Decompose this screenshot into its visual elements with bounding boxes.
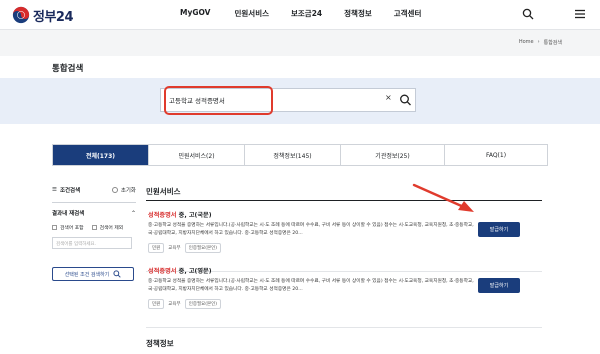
nav-mygov[interactable]: MyGOV [180,8,211,19]
clear-icon[interactable]: × [385,93,392,102]
section-title-civil: 민원서비스 [146,187,181,196]
chevron-right-icon: › [537,39,540,45]
breadcrumb-home[interactable]: Home [519,39,534,46]
exclude-label: 검색어 제외 [99,226,124,231]
nav-civil-service[interactable]: 민원서비스 [235,8,270,19]
result-card: 성적증명서 중, 고(영문) 중·고등학교 성적을 증명하는 서류입니다.(공·… [146,266,542,328]
result-title[interactable]: 성적증명서 중, 고(영문) [148,266,212,275]
logo-text: 정부24 [33,9,74,25]
nav-subsidy24[interactable]: 보조금24 [291,8,322,19]
apply-filter-label: 선택된 조건 검색하기 [64,271,110,278]
taegeuk-logo-icon [12,6,30,24]
include-option[interactable]: 검색어 포함 [52,224,84,231]
result-tags: 민원 교육부 인증필요(본인) [148,243,222,253]
within-search-header[interactable]: 결과내 재검색 ⌃ [52,209,136,218]
search-submit-icon[interactable] [399,93,411,107]
filter-label: 조건검색 [59,188,81,194]
section-title-policy: 정책정보 [146,339,174,348]
tag-type: 민원 [148,243,165,253]
filter-title: ☰ 조건검색 [52,186,80,194]
tag-agency: 교육부 [168,302,181,307]
apply-filter-button[interactable]: 선택된 조건 검색하기 [52,267,134,281]
search-icon [113,270,121,278]
tab-all[interactable]: 전체(173) [53,145,149,165]
tag-auth: 인증필요(본인) [184,243,222,253]
chevron-up-icon: ⌃ [130,209,136,217]
title-highlight: 성적증명서 [148,268,177,275]
tag-auth: 인증필요(본인) [184,299,222,309]
tab-policy-info[interactable]: 정책정보(145) [245,145,341,165]
result-tabs: 전체(173) 민원서비스(2) 정책정보(145) 기관정보(25) FAQ(… [52,144,548,166]
breadcrumb-bar: Home › 통합검색 [0,30,600,56]
main-nav: MyGOV 민원서비스 보조금24 정책정보 고객센터 [180,8,421,19]
nav-customer-center[interactable]: 고객센터 [394,8,422,19]
title-highlight: 성적증명서 [148,212,177,219]
exclude-checkbox[interactable] [91,225,97,230]
tag-agency: 교육부 [168,246,181,251]
site-logo[interactable]: 정부24 [12,5,74,25]
title-rest: 중, 고(국문) [176,212,212,219]
reset-label: 초기화 [120,188,136,194]
issue-button[interactable]: 발급하기 [478,222,520,237]
tab-faq[interactable]: FAQ(1) [445,145,547,165]
filter-icon: ☰ [52,187,57,193]
site-header: 정부24 MyGOV 민원서비스 보조금24 정책정보 고객센터 [0,0,600,30]
include-label: 검색어 포함 [60,226,84,231]
menu-icon[interactable] [574,8,586,20]
result-description: 중·고등학교 성적을 증명하는 서류입니다.(공·사립학교는 시·도 조례 등에… [148,279,474,292]
within-search-label: 결과내 재검색 [52,211,85,217]
result-tags: 민원 교육부 인증필요(본인) [148,299,222,309]
issue-button[interactable]: 발급하기 [478,278,520,293]
tag-type: 민원 [148,299,165,309]
filter-header: ☰ 조건검색 초기화 [52,186,136,194]
include-checkbox[interactable] [52,225,57,230]
within-options: 검색어 포함 검색어 제외 [52,224,136,231]
tab-civil-service[interactable]: 민원서비스(2) [149,145,245,165]
tab-agency-info[interactable]: 기관정보(25) [341,145,445,165]
reset-radio-icon [111,187,118,193]
result-card: 성적증명서 중, 고(국문) 중·고등학교 성적을 증명하는 서류입니다.(공·… [146,210,542,272]
result-description: 중·고등학교 성적을 증명하는 서류입니다.(공·사립학교는 시·도 조례 등에… [148,223,474,236]
title-rest: 중, 고(영문) [176,268,212,275]
within-search-input[interactable]: 검색어를 입력하세요. [52,237,132,249]
reset-button[interactable]: 초기화 [111,186,136,194]
breadcrumb: Home › 통합검색 [519,39,562,46]
exclude-option[interactable]: 검색어 제외 [91,224,124,231]
breadcrumb-current: 통합검색 [543,40,562,46]
result-title[interactable]: 성적증명서 중, 고(국문) [148,210,212,219]
filter-sidebar: ☰ 조건검색 초기화 결과내 재검색 ⌃ 검색어 포함 검색어 제외 검색어를 … [52,186,136,281]
nav-policy-info[interactable]: 정책정보 [344,8,372,19]
search-highlight-annotation [164,86,273,115]
page-title: 통합검색 [52,64,84,74]
search-icon[interactable] [522,8,534,20]
